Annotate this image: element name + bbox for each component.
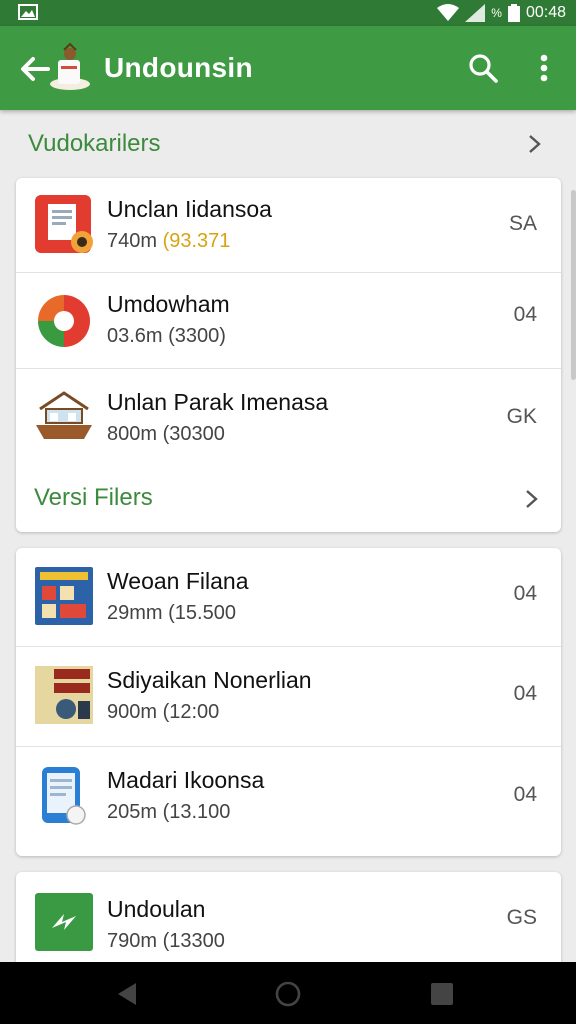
downloads-card: Unclan Iidansoa 740m (93.371 SA Umdowham… bbox=[16, 178, 561, 532]
item-badge: GK bbox=[506, 405, 537, 428]
more-vert-icon[interactable] bbox=[532, 51, 556, 85]
item-meta: 740m (93.371 bbox=[107, 230, 230, 253]
clock-time: 00:48 bbox=[525, 4, 566, 21]
back-triangle-icon[interactable] bbox=[114, 980, 142, 1008]
colorful-logo-icon bbox=[38, 295, 90, 347]
item-meta: 29mm (15.500 bbox=[107, 602, 236, 624]
item-badge: 04 bbox=[513, 303, 537, 326]
versions-link-label: Versi Filers bbox=[34, 484, 153, 511]
app-logo-icon bbox=[50, 42, 90, 90]
files-card: Weoan Filana 29mm (15.500 04 Sdiyaikan N… bbox=[16, 548, 561, 856]
chevron-right-icon bbox=[529, 135, 541, 153]
stamp-icon bbox=[35, 666, 93, 724]
versions-link[interactable]: Versi Filers bbox=[16, 467, 561, 531]
list-item[interactable]: Sdiyaikan Nonerlian 900m (12:00 04 bbox=[16, 647, 561, 747]
status-bar: % 00:48 bbox=[0, 0, 576, 26]
item-name: Madari Ikoonsa bbox=[107, 767, 265, 793]
item-meta: 03.6m (3300) bbox=[107, 325, 226, 347]
item-meta: 800m (30300 bbox=[107, 423, 225, 445]
item-name: Undoulan bbox=[107, 896, 206, 922]
app-bar: Undounsin bbox=[0, 26, 576, 110]
item-name: Umdowham bbox=[107, 291, 230, 317]
signal-icon bbox=[465, 4, 486, 22]
app-title: Undounsin bbox=[104, 52, 253, 83]
item-meta-text: 740m bbox=[107, 230, 163, 252]
battery-percent-label: % bbox=[491, 6, 502, 20]
boat-house-icon bbox=[36, 391, 92, 439]
gallery-notification-icon bbox=[18, 4, 38, 20]
item-badge: GS bbox=[506, 906, 537, 929]
item-badge: SA bbox=[508, 212, 537, 235]
item-meta-highlight: (93.371 bbox=[162, 230, 231, 252]
item-badge: 04 bbox=[513, 582, 537, 605]
list-item[interactable]: Madari Ikoonsa 205m (13.100 04 bbox=[16, 747, 561, 856]
item-meta: 205m (13.100 bbox=[107, 801, 231, 823]
item-name: Unlan Parak Imenasa bbox=[107, 389, 329, 415]
item-badge: 04 bbox=[513, 783, 537, 806]
poster-icon bbox=[35, 567, 93, 625]
recents-square-icon[interactable] bbox=[428, 980, 456, 1008]
list-item[interactable]: Unclan Iidansoa 740m (93.371 SA bbox=[16, 178, 561, 273]
section-title: Vudokarilers bbox=[28, 130, 161, 157]
item-meta: 790m (13300 bbox=[107, 930, 225, 952]
document-app-icon bbox=[35, 195, 93, 253]
list-item[interactable]: Weoan Filana 29mm (15.500 04 bbox=[16, 548, 561, 647]
item-name: Sdiyaikan Nonerlian bbox=[107, 667, 312, 693]
item-meta: 900m (12:00 bbox=[107, 701, 220, 723]
chevron-right-icon bbox=[526, 490, 538, 508]
phone-doc-icon bbox=[42, 767, 86, 825]
scrollbar[interactable] bbox=[571, 190, 576, 380]
system-nav-bar bbox=[0, 962, 576, 1024]
list-item[interactable]: Unlan Parak Imenasa 800m (30300 GK bbox=[16, 369, 561, 467]
battery-icon bbox=[507, 4, 520, 22]
item-name: Unclan Iidansoa bbox=[107, 196, 272, 222]
list-item[interactable]: Umdowham 03.6m (3300) 04 bbox=[16, 273, 561, 369]
back-arrow-icon[interactable] bbox=[18, 52, 52, 86]
search-icon[interactable] bbox=[466, 51, 500, 85]
green-app-icon bbox=[35, 893, 93, 951]
wifi-icon bbox=[437, 4, 460, 21]
home-circle-icon[interactable] bbox=[274, 980, 302, 1008]
item-name: Weoan Filana bbox=[107, 568, 249, 594]
section-header-downloads[interactable]: Vudokarilers bbox=[0, 112, 576, 176]
item-badge: 04 bbox=[513, 682, 537, 705]
